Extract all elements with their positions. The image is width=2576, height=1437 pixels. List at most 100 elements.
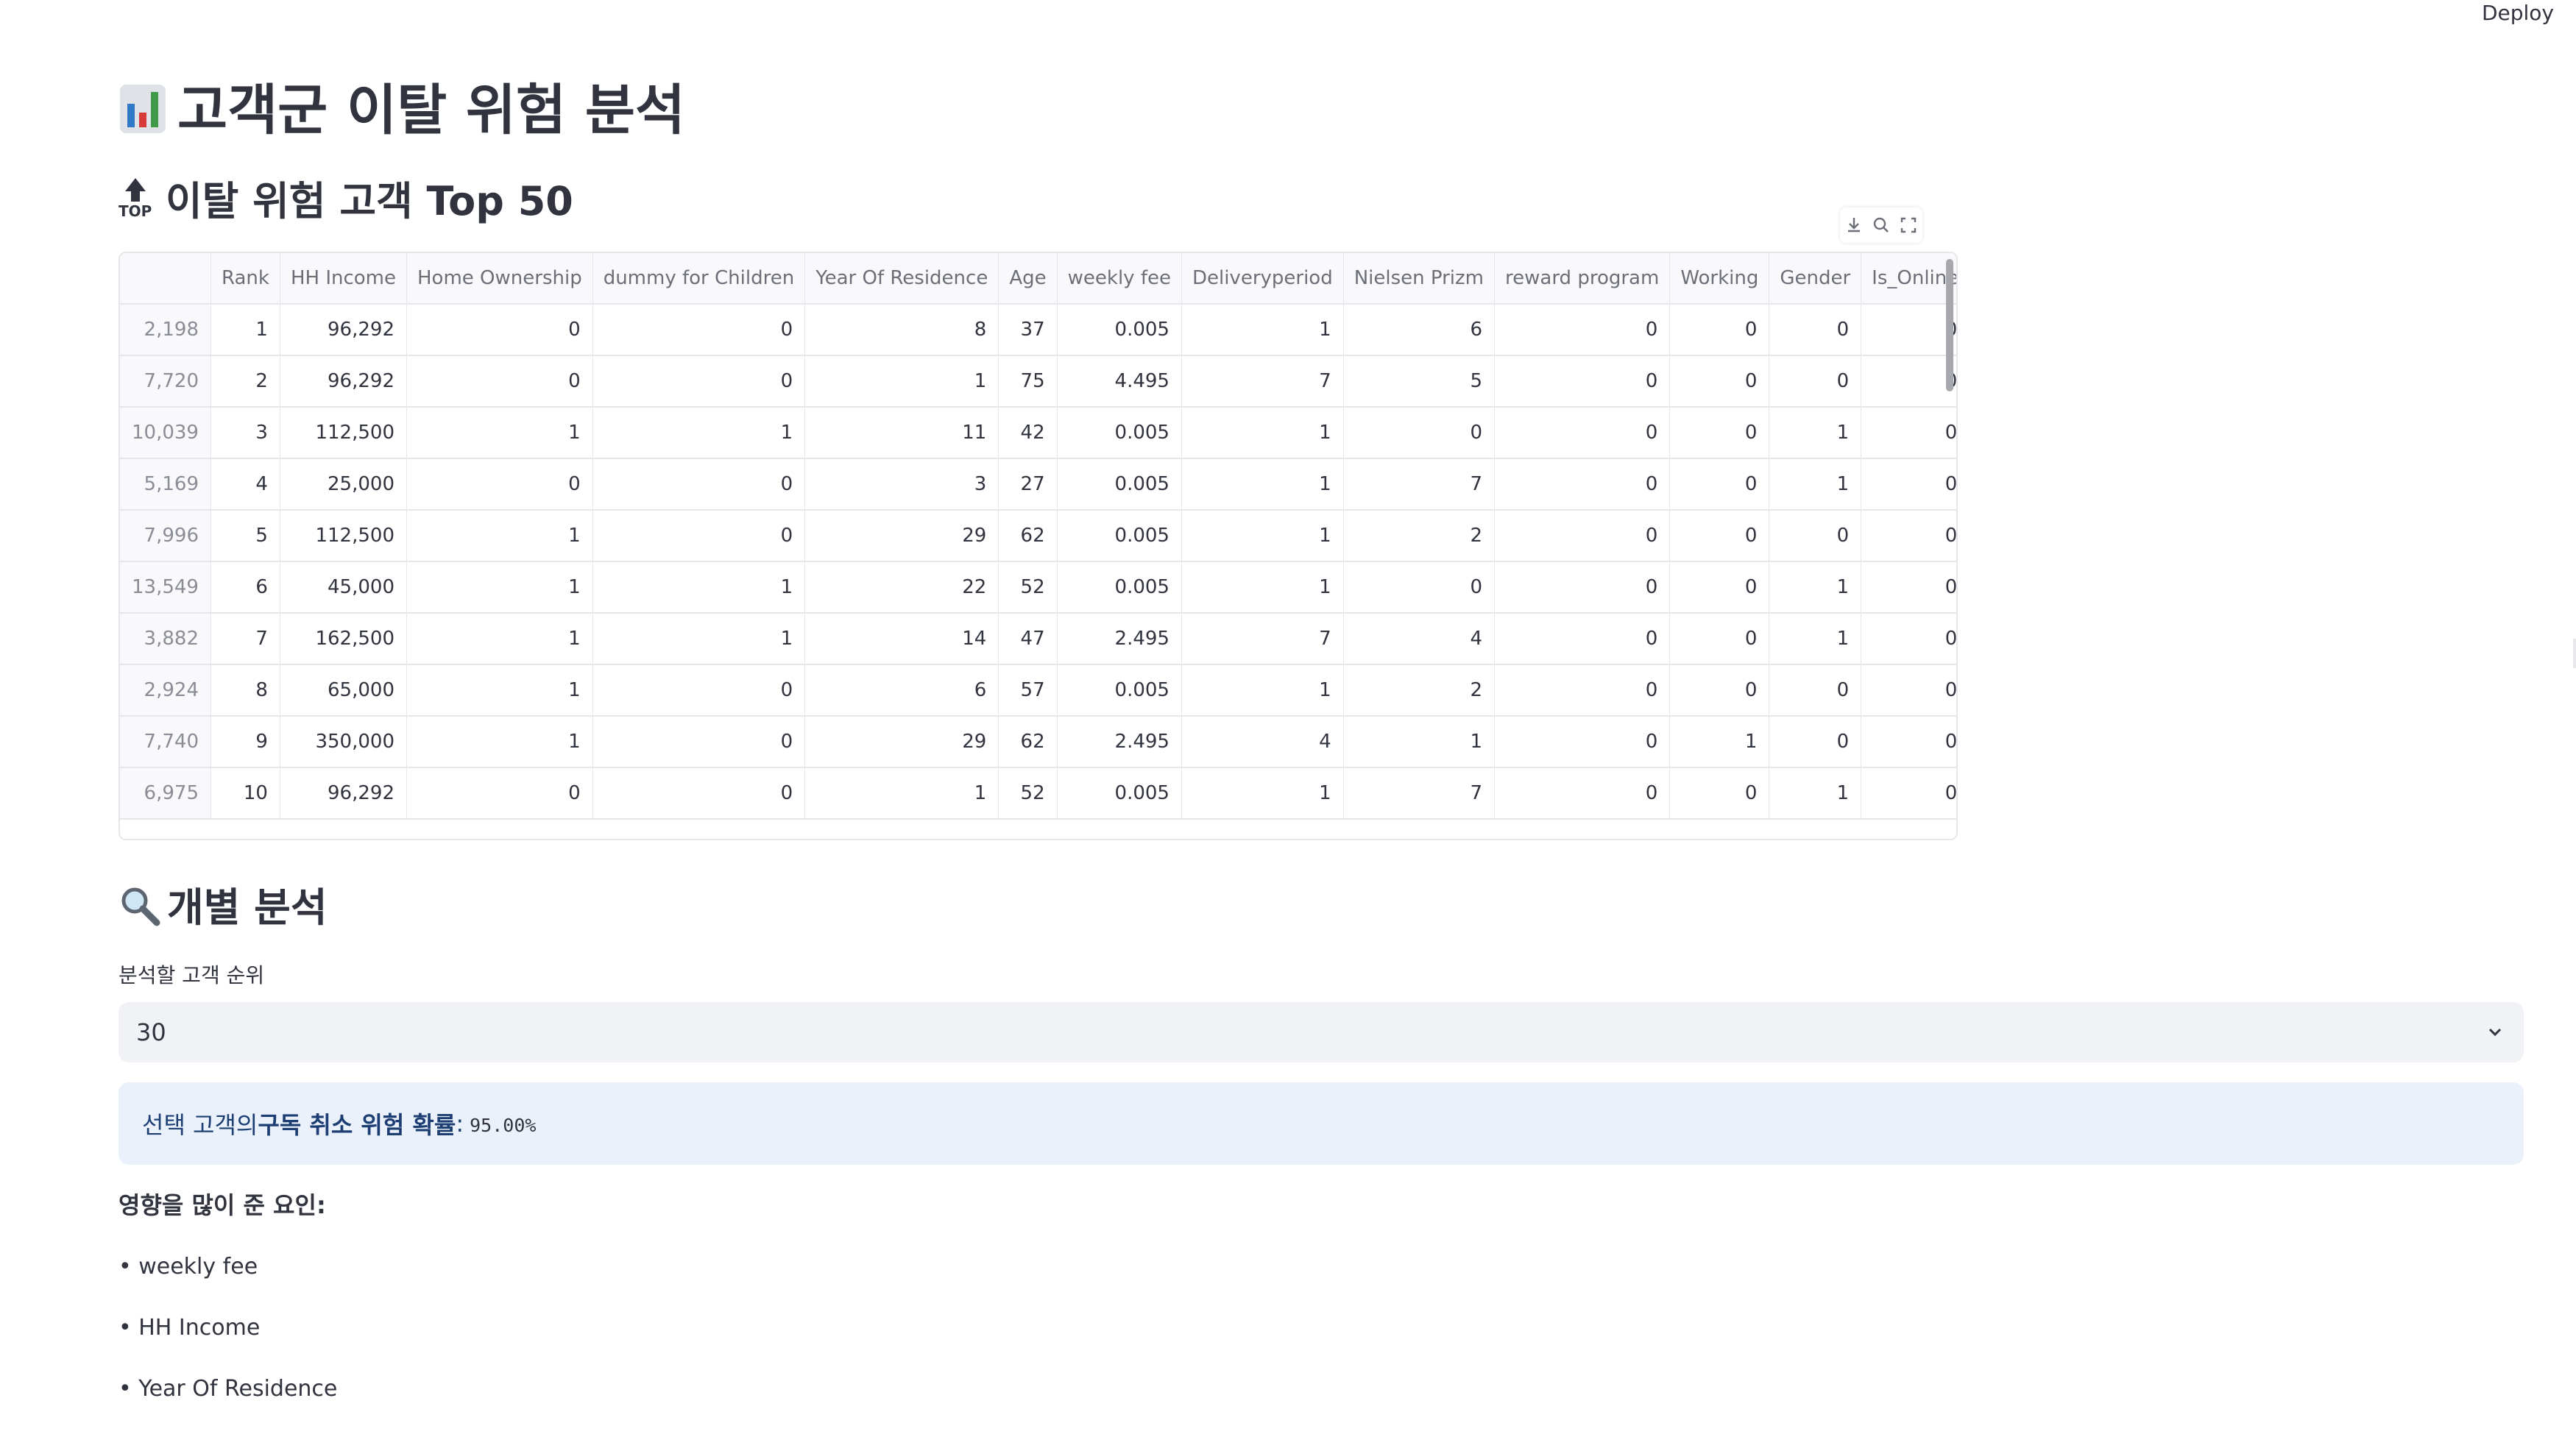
table-cell[interactable]: 0 <box>406 458 593 511</box>
table-cell[interactable]: 112,500 <box>280 510 408 562</box>
table-row[interactable]: 7,720296,292001754.4957500001 <box>120 355 1956 408</box>
table-cell[interactable]: 0 <box>1494 664 1671 717</box>
row-index-cell[interactable]: 7,996 <box>120 510 211 562</box>
table-cell[interactable]: 75 <box>998 355 1058 408</box>
column-header[interactable]: Is_Online <box>1861 253 1956 305</box>
table-cell[interactable]: 1 <box>406 561 593 614</box>
table-cell[interactable]: 0 <box>592 716 806 768</box>
table-cell[interactable]: 0 <box>592 510 806 562</box>
table-cell[interactable]: 0.005 <box>1057 767 1182 820</box>
table-cell[interactable]: 0 <box>1861 407 1956 459</box>
table-cell[interactable]: 8 <box>804 304 999 356</box>
table-cell[interactable]: 0 <box>592 458 806 511</box>
table-cell[interactable]: 1 <box>1769 613 1862 665</box>
fullscreen-icon[interactable] <box>1897 214 1919 236</box>
table-row[interactable]: 6,9751096,292001520.0051700100.975 <box>120 767 1956 820</box>
table-cell[interactable]: 1 <box>1181 510 1344 562</box>
table-row[interactable]: 13,549645,0001122520.0051000100.9833 <box>120 561 1956 614</box>
table-cell[interactable]: 0.005 <box>1057 664 1182 717</box>
table-cell[interactable]: 0 <box>1769 716 1862 768</box>
table-cell[interactable]: 0 <box>1861 664 1956 717</box>
table-cell[interactable]: 1 <box>1181 664 1344 717</box>
table-cell[interactable]: 7 <box>210 613 280 665</box>
top50-dataframe[interactable]: Rank HH Income Home Ownership dummy for Chi… <box>118 252 1958 840</box>
table-cell[interactable]: 0 <box>1494 510 1671 562</box>
table-cell[interactable]: 0 <box>1669 664 1770 717</box>
row-index-cell[interactable]: 7,720 <box>120 355 211 408</box>
table-cell[interactable]: 6 <box>1343 304 1496 356</box>
table-cell[interactable]: 0.005 <box>1057 407 1182 459</box>
table-cell[interactable]: 0 <box>592 355 806 408</box>
download-icon[interactable] <box>1843 214 1865 236</box>
table-cell[interactable]: 0 <box>1861 355 1956 408</box>
column-header[interactable]: Gender <box>1769 253 1862 305</box>
table-cell[interactable]: 11 <box>804 407 999 459</box>
table-cell[interactable]: 96,292 <box>280 767 408 820</box>
table-cell[interactable]: 0 <box>1669 304 1770 356</box>
table-cell[interactable]: 1 <box>1181 458 1344 511</box>
column-header[interactable]: Age <box>998 253 1058 305</box>
table-cell[interactable]: 2 <box>1343 664 1496 717</box>
table-cell[interactable]: 0 <box>1494 767 1671 820</box>
table-cell[interactable]: 1 <box>1181 561 1344 614</box>
table-cell[interactable]: 0 <box>1669 767 1770 820</box>
table-cell[interactable]: 4 <box>1181 716 1344 768</box>
table-cell[interactable]: 0 <box>406 304 593 356</box>
table-cell[interactable]: 0 <box>1343 407 1496 459</box>
table-row[interactable]: 2,198196,292008370.0051600001 <box>120 304 1956 356</box>
table-cell[interactable]: 22 <box>804 561 999 614</box>
table-cell[interactable]: 2 <box>1343 510 1496 562</box>
table-cell[interactable]: 10 <box>210 767 280 820</box>
table-cell[interactable]: 1 <box>406 510 593 562</box>
table-cell[interactable]: 0 <box>406 767 593 820</box>
table-cell[interactable]: 0 <box>592 304 806 356</box>
column-header[interactable]: Nielsen Prizm <box>1343 253 1496 305</box>
column-header[interactable]: reward program <box>1494 253 1671 305</box>
table-cell[interactable]: 1 <box>210 304 280 356</box>
table-cell[interactable]: 4 <box>1343 613 1496 665</box>
table-cell[interactable]: 5 <box>210 510 280 562</box>
table-cell[interactable]: 5 <box>1343 355 1496 408</box>
table-cell[interactable]: 0 <box>592 767 806 820</box>
table-cell[interactable]: 1 <box>592 613 806 665</box>
column-header[interactable]: Deliveryperiod <box>1181 253 1344 305</box>
table-cell[interactable]: 7 <box>1343 458 1496 511</box>
table-cell[interactable]: 29 <box>804 716 999 768</box>
table-cell[interactable]: 1 <box>1769 767 1862 820</box>
column-header[interactable]: weekly fee <box>1057 253 1182 305</box>
table-row[interactable]: 2,924865,000106570.0051200000.98 <box>120 664 1956 717</box>
table-cell[interactable]: 350,000 <box>280 716 408 768</box>
table-cell[interactable]: 0 <box>1494 458 1671 511</box>
table-cell[interactable]: 162,500 <box>280 613 408 665</box>
table-cell[interactable]: 7 <box>1343 767 1496 820</box>
table-cell[interactable]: 45,000 <box>280 561 408 614</box>
row-index-cell[interactable]: 2,198 <box>120 304 211 356</box>
search-icon[interactable] <box>1870 214 1892 236</box>
table-cell[interactable]: 0 <box>592 664 806 717</box>
table-cell[interactable]: 1 <box>1669 716 1770 768</box>
table-cell[interactable]: 65,000 <box>280 664 408 717</box>
table-cell[interactable]: 0.005 <box>1057 561 1182 614</box>
table-cell[interactable]: 37 <box>998 304 1058 356</box>
table-cell[interactable]: 1 <box>406 407 593 459</box>
row-index-cell[interactable]: 6,975 <box>120 767 211 820</box>
table-cell[interactable]: 0 <box>1861 561 1956 614</box>
table-cell[interactable]: 0 <box>1669 407 1770 459</box>
table-cell[interactable]: 0 <box>1861 716 1956 768</box>
table-row[interactable]: 10,0393112,5001111420.0051000100.99 <box>120 407 1956 459</box>
table-cell[interactable]: 3 <box>804 458 999 511</box>
table-row[interactable]: 7,7409350,0001029622.4954101000.98 <box>120 716 1956 768</box>
table-cell[interactable]: 1 <box>1769 561 1862 614</box>
table-cell[interactable]: 0.005 <box>1057 510 1182 562</box>
table-cell[interactable]: 8 <box>210 664 280 717</box>
table-row[interactable]: 3,8827162,5001114472.4957400100.98 <box>120 613 1956 665</box>
table-cell[interactable]: 1 <box>592 407 806 459</box>
table-cell[interactable]: 1 <box>406 664 593 717</box>
table-row[interactable]: 7,9965112,5001029620.0051200000.99 <box>120 510 1956 562</box>
dataframe-scrollbar[interactable] <box>1946 259 1953 391</box>
table-cell[interactable]: 1 <box>1181 304 1344 356</box>
table-cell[interactable]: 0 <box>1494 355 1671 408</box>
index-column-header[interactable] <box>120 253 211 305</box>
table-cell[interactable]: 0 <box>1861 304 1956 356</box>
table-cell[interactable]: 0.005 <box>1057 304 1182 356</box>
